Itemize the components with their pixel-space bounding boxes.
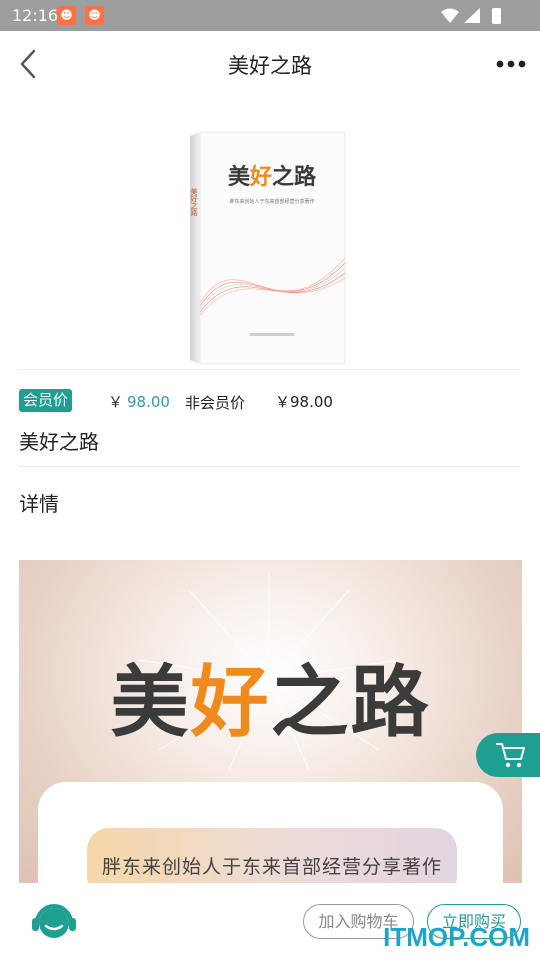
divider [18, 369, 520, 370]
price-row: 会员价 ￥ 98.00 非会员价 ￥98.00 [18, 389, 520, 413]
banner-subtitle: 胖东来创始人于东来首部经营分享著作 [101, 856, 442, 878]
battery-charging-icon [492, 8, 501, 24]
banner-title-char: 之 [270, 657, 351, 748]
site-watermark: ITMOP.COM [383, 922, 530, 952]
nonmember-price: ￥98.00 [275, 393, 333, 411]
member-price-value: 98.00 [127, 393, 170, 411]
svg-text:胖东来创始人于东来首部经营分享著作: 胖东来创始人于东来首部经营分享著作 [229, 198, 314, 205]
product-name: 美好之路 [19, 430, 99, 454]
page-title: 美好之路 [228, 54, 312, 78]
svg-text:美好之路: 美好之路 [228, 164, 317, 190]
floating-cart-button[interactable] [476, 733, 540, 777]
more-options-icon[interactable] [496, 54, 526, 74]
currency-symbol: ￥ [108, 393, 124, 411]
details-heading: 详情 [19, 492, 59, 516]
book-cover-image[interactable]: 美好之路 美好之路 胖东来创始人于东来首部经营分享著作 [180, 128, 350, 368]
game-notification-icon: ☻ [85, 6, 104, 25]
header-bar: 美好之路 [0, 31, 540, 97]
status-bar: 12:16 ☻ ☻ [0, 0, 540, 31]
banner-title-accent: 好 [190, 657, 271, 748]
nonmember-price-label: 非会员价 [185, 394, 246, 412]
banner-title-char: 美 [110, 657, 191, 748]
status-icons [441, 8, 501, 24]
divider [18, 466, 520, 467]
customer-service-icon[interactable] [30, 901, 78, 941]
svg-text:美好之路: 美好之路 [190, 187, 198, 217]
banner-title: 美好之路 [19, 640, 522, 752]
member-price-badge: 会员价 [19, 389, 73, 412]
banner-title-char: 路 [350, 657, 431, 748]
wifi-icon [441, 8, 459, 23]
status-time: 12:16 [12, 6, 59, 25]
back-arrow-icon[interactable] [14, 47, 46, 81]
signal-icon [464, 8, 480, 23]
member-price: ￥ 98.00 [108, 391, 170, 412]
detail-banner-image: 美好之路 胖东来创始人于东来首部经营分享著作 [19, 560, 522, 883]
shopping-cart-icon [496, 743, 525, 768]
game-notification-icon: ☻ [57, 6, 76, 25]
